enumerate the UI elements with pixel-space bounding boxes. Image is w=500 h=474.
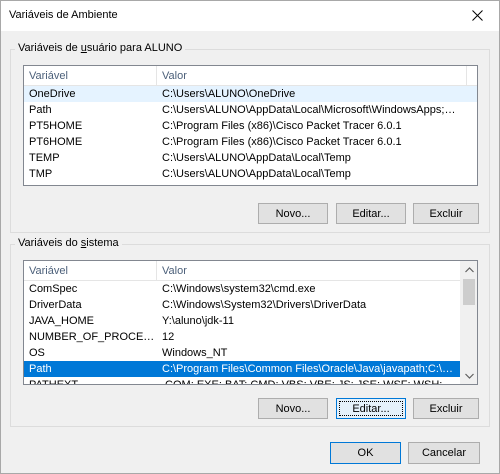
system-edit-button[interactable]: Editar... bbox=[336, 398, 406, 419]
table-row[interactable]: TEMP C:\Users\ALUNO\AppData\Local\Temp bbox=[24, 150, 477, 166]
column-header-value[interactable]: Valor bbox=[157, 261, 462, 281]
system-variables-group: Variáveis do sistema Variável Valor ComS… bbox=[10, 237, 490, 427]
system-list-rows: ComSpec C:\Windows\system32\cmd.exe Driver… bbox=[24, 281, 460, 385]
close-button[interactable] bbox=[455, 1, 499, 30]
table-row[interactable]: PT5HOME C:\Program Files (x86)\Cisco Pack… bbox=[24, 118, 477, 134]
variable-value-cell: C:\Program Files (x86)\Cisco Packet Trac… bbox=[162, 136, 402, 148]
variable-value-cell: Y:\aluno\jdk-11 bbox=[162, 315, 234, 327]
variable-value-cell: C:\Users\ALUNO\AppData\Local\Microsoft\W… bbox=[162, 104, 462, 116]
table-row[interactable]: JAVA_HOME Y:\aluno\jdk-11 bbox=[24, 313, 460, 329]
user-new-button[interactable]: Novo... bbox=[258, 203, 328, 224]
variable-name-cell: JAVA_HOME bbox=[29, 315, 94, 327]
variable-name-cell: PATHEXT bbox=[29, 379, 79, 385]
variable-name-cell: TEMP bbox=[29, 152, 60, 164]
cancel-button[interactable]: Cancelar bbox=[408, 442, 480, 464]
system-new-button[interactable]: Novo... bbox=[258, 398, 328, 419]
scroll-down-button[interactable] bbox=[461, 367, 477, 384]
variable-name-cell: OS bbox=[29, 347, 45, 359]
user-variables-list[interactable]: Variável Valor OneDrive C:\Users\ALUNO\On… bbox=[23, 65, 478, 186]
variable-value-cell: Windows_NT bbox=[162, 347, 228, 359]
scroll-up-button[interactable] bbox=[461, 261, 477, 278]
user-variables-group: Variáveis de usuário para ALUNO Variável… bbox=[10, 42, 490, 233]
variable-value-cell: C:\Users\ALUNO\OneDrive bbox=[162, 88, 296, 100]
variable-name-cell: Path bbox=[29, 363, 52, 375]
variable-name-cell: DriverData bbox=[29, 299, 82, 311]
close-icon bbox=[471, 10, 483, 21]
variable-name-cell: PT5HOME bbox=[29, 120, 83, 132]
user-list-header: Variável Valor bbox=[24, 66, 477, 86]
chevron-down-icon bbox=[465, 373, 474, 379]
variable-value-cell: .COM;.EXE;.BAT;.CMD;.VBS;.VBE;.JS;.JSE;.… bbox=[162, 379, 457, 385]
variable-name-cell: PT6HOME bbox=[29, 136, 83, 148]
variable-value-cell: C:\Windows\System32\Drivers\DriverData bbox=[162, 299, 367, 311]
chevron-up-icon bbox=[465, 266, 474, 272]
variable-name-cell: OneDrive bbox=[29, 88, 76, 100]
column-header-variable[interactable]: Variável bbox=[24, 66, 157, 86]
variable-value-cell: C:\Program Files (x86)\Cisco Packet Trac… bbox=[162, 120, 402, 132]
variable-value-cell: C:\Windows\system32\cmd.exe bbox=[162, 283, 316, 295]
table-row[interactable]: ComSpec C:\Windows\system32\cmd.exe bbox=[24, 281, 460, 297]
table-row[interactable]: PT6HOME C:\Program Files (x86)\Cisco Pack… bbox=[24, 134, 477, 150]
user-delete-button[interactable]: Excluir bbox=[413, 203, 479, 224]
user-list-rows: OneDrive C:\Users\ALUNO\OneDrive Path C:\Us… bbox=[24, 86, 477, 182]
table-row[interactable]: PATHEXT .COM;.EXE;.BAT;.CMD;.VBS;.VBE;.JS… bbox=[24, 377, 460, 385]
variable-name-cell: NUMBER_OF_PROCESSORS bbox=[29, 331, 155, 343]
variable-name-cell: TMP bbox=[29, 168, 53, 180]
table-row[interactable]: OneDrive C:\Users\ALUNO\OneDrive bbox=[24, 86, 477, 102]
column-header-variable[interactable]: Variável bbox=[24, 261, 157, 281]
system-variables-legend: Variáveis do sistema bbox=[15, 237, 122, 249]
table-row[interactable]: NUMBER_OF_PROCESSORS 12 bbox=[24, 329, 460, 345]
title-bar[interactable]: Variáveis de Ambiente bbox=[1, 1, 499, 31]
system-list-header: Variável Valor bbox=[24, 261, 462, 281]
variable-value-cell: C:\Program Files\Common Files\Oracle\Jav… bbox=[162, 363, 457, 375]
table-row[interactable]: TMP C:\Users\ALUNO\AppData\Local\Temp bbox=[24, 166, 477, 182]
variable-value-cell: C:\Users\ALUNO\AppData\Local\Temp bbox=[162, 168, 351, 180]
scroll-thumb[interactable] bbox=[463, 279, 475, 305]
variable-value-cell: C:\Users\ALUNO\AppData\Local\Temp bbox=[162, 152, 351, 164]
window-title: Variáveis de Ambiente bbox=[9, 9, 118, 21]
user-variables-legend: Variáveis de usuário para ALUNO bbox=[15, 42, 186, 54]
environment-variables-dialog: Variáveis de Ambiente Variáveis de usuár… bbox=[0, 0, 500, 474]
user-edit-button[interactable]: Editar... bbox=[336, 203, 406, 224]
variable-name-cell: ComSpec bbox=[29, 283, 78, 295]
variable-value-cell: 12 bbox=[162, 331, 175, 343]
table-row[interactable]: DriverData C:\Windows\System32\Drivers\Dr… bbox=[24, 297, 460, 313]
system-list-scrollbar[interactable] bbox=[460, 261, 477, 384]
system-delete-button[interactable]: Excluir bbox=[413, 398, 479, 419]
table-row[interactable]: OS Windows_NT bbox=[24, 345, 460, 361]
table-row[interactable]: Path C:\Users\ALUNO\AppData\Local\Microso… bbox=[24, 102, 477, 118]
column-header-value[interactable]: Valor bbox=[157, 66, 467, 86]
variable-name-cell: Path bbox=[29, 104, 52, 116]
system-variables-list[interactable]: Variável Valor ComSpec C:\Windows\system3… bbox=[23, 260, 478, 385]
table-row[interactable]: Path C:\Program Files\Common Files\Oracle… bbox=[24, 361, 460, 377]
ok-button[interactable]: OK bbox=[330, 442, 401, 464]
